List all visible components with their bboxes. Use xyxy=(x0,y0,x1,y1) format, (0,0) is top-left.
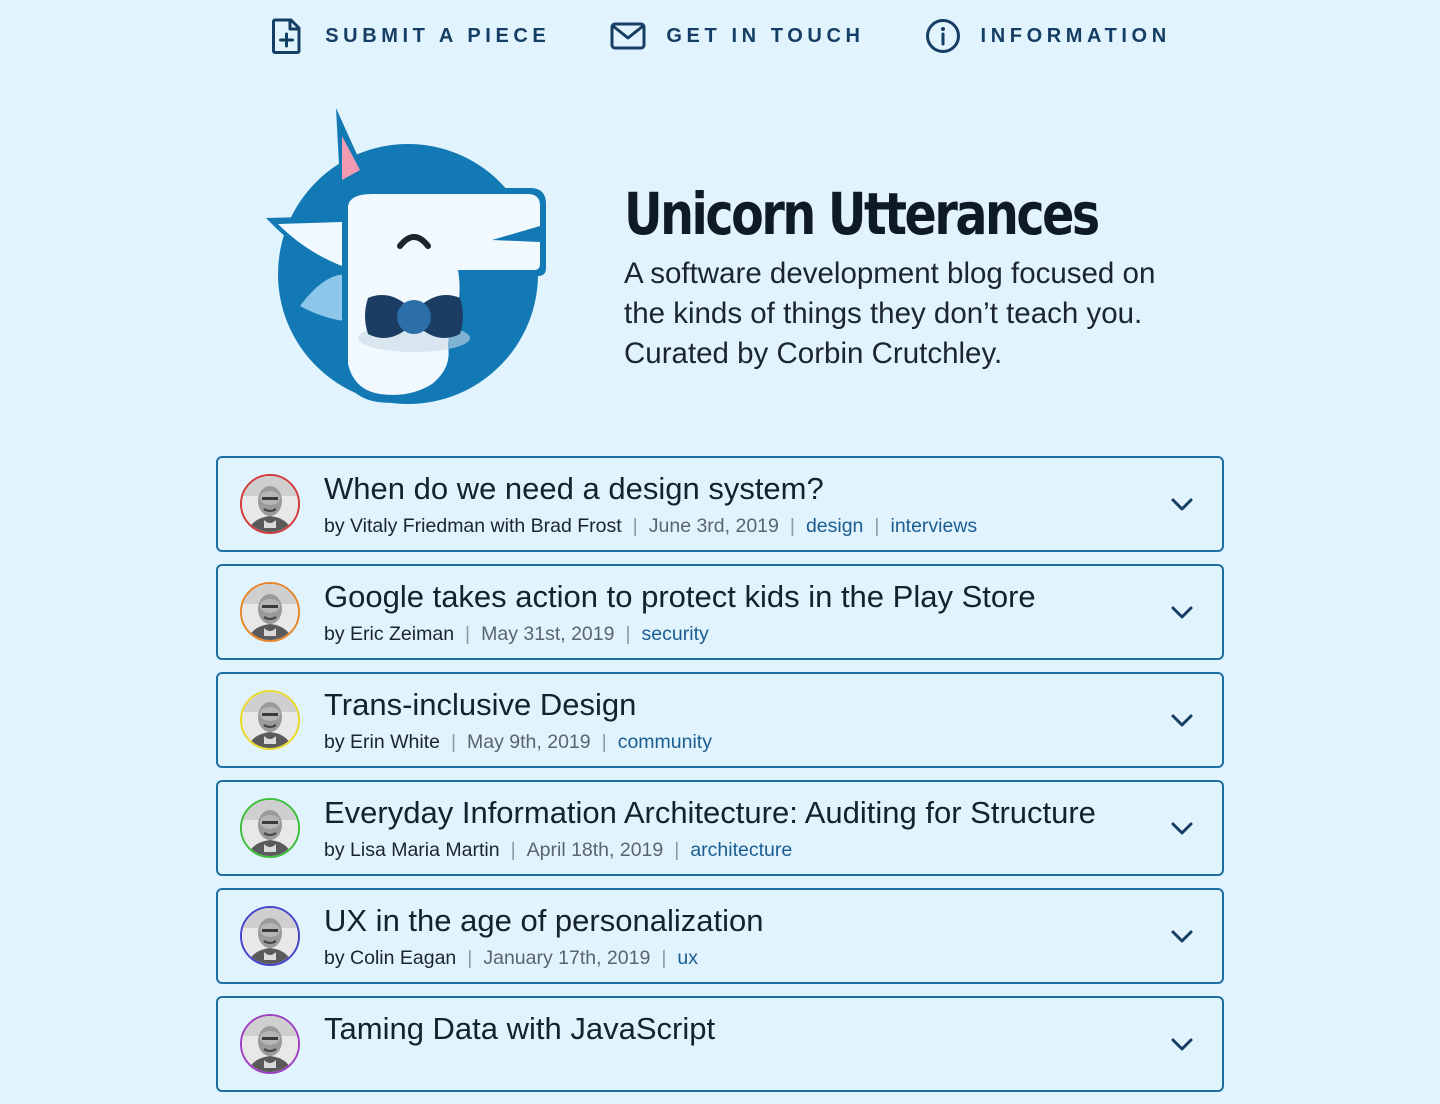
post-author: by Lisa Maria Martin xyxy=(324,839,500,861)
post-author: by Vitaly Friedman with Brad Frost xyxy=(324,515,622,537)
post-card[interactable]: Google takes action to protect kids in t… xyxy=(216,564,1224,660)
chevron-down-icon[interactable] xyxy=(1168,490,1196,518)
post-meta: by Lisa Maria Martin | April 18th, 2019 … xyxy=(324,838,792,862)
top-nav: SUBMIT A PIECE GET IN TOUCH INFORMATION xyxy=(0,0,1440,72)
post-list: When do we need a design system? by Vita… xyxy=(216,456,1224,1104)
post-meta: by Colin Eagan | January 17th, 2019 | ux xyxy=(324,946,698,970)
meta-divider: | xyxy=(450,731,457,753)
author-avatar[interactable] xyxy=(240,582,300,642)
chevron-down-icon[interactable] xyxy=(1168,1030,1196,1058)
submit-a-piece-link[interactable]: SUBMIT A PIECE xyxy=(269,18,550,54)
post-title[interactable]: Trans-inclusive Design xyxy=(324,686,636,724)
post-card[interactable]: Everyday Information Architecture: Audit… xyxy=(216,780,1224,876)
post-card[interactable]: When do we need a design system? by Vita… xyxy=(216,456,1224,552)
author-avatar[interactable] xyxy=(240,906,300,966)
meta-divider: | xyxy=(789,515,795,537)
chevron-down-icon[interactable] xyxy=(1168,598,1196,626)
chevron-down-icon[interactable] xyxy=(1168,814,1196,842)
post-title[interactable]: Google takes action to protect kids in t… xyxy=(324,578,1036,616)
post-title[interactable]: Taming Data with JavaScript xyxy=(324,1010,715,1048)
post-date: April 18th, 2019 xyxy=(526,839,664,861)
site-description: A software development blog focused on t… xyxy=(624,257,1156,370)
meta-divider: | xyxy=(874,515,880,537)
meta-divider: | xyxy=(674,839,680,861)
meta-divider: | xyxy=(632,515,638,537)
chevron-down-icon[interactable] xyxy=(1168,706,1196,734)
meta-divider: | xyxy=(465,623,471,645)
nav-label: SUBMIT A PIECE xyxy=(325,24,551,47)
post-card[interactable]: Taming Data with JavaScript xyxy=(216,996,1224,1092)
author-avatar[interactable] xyxy=(240,798,300,858)
post-tag[interactable]: security xyxy=(642,622,709,646)
post-title[interactable]: UX in the age of personalization xyxy=(324,902,763,940)
post-title[interactable]: Everyday Information Architecture: Audit… xyxy=(324,794,1096,832)
file-plus-icon xyxy=(269,18,305,54)
post-tag[interactable]: design xyxy=(806,514,863,538)
post-card[interactable]: Trans-inclusive Design by Erin White | M… xyxy=(216,672,1224,768)
information-link[interactable]: INFORMATION xyxy=(925,18,1171,54)
post-tag[interactable]: interviews xyxy=(890,514,977,538)
author-avatar[interactable] xyxy=(240,474,300,534)
post-date: May 9th, 2019 xyxy=(467,731,591,753)
post-author: by Colin Eagan xyxy=(324,947,457,969)
unicorn-logo[interactable] xyxy=(262,106,552,408)
chevron-down-icon[interactable] xyxy=(1168,922,1196,950)
post-author: by Erin White xyxy=(324,731,440,753)
post-author: by Eric Zeiman xyxy=(324,623,455,645)
author-avatar[interactable] xyxy=(240,1014,300,1074)
meta-divider: | xyxy=(510,839,516,861)
nav-label: INFORMATION xyxy=(980,24,1171,47)
meta-divider: | xyxy=(661,947,667,969)
author-avatar[interactable] xyxy=(240,690,300,750)
post-tag[interactable]: architecture xyxy=(690,838,792,862)
post-date: May 31st, 2019 xyxy=(481,623,615,645)
post-date: January 17th, 2019 xyxy=(483,947,651,969)
site-title: Unicorn Utterances xyxy=(624,180,1100,248)
post-tag[interactable]: community xyxy=(618,730,712,754)
info-icon xyxy=(925,18,961,54)
hero-text: Unicorn Utterances A software developmen… xyxy=(624,178,1184,374)
post-tag[interactable]: ux xyxy=(677,946,698,970)
meta-divider: | xyxy=(467,947,473,969)
post-meta: by Erin White | May 9th, 2019 | communit… xyxy=(324,730,712,754)
post-meta: by Vitaly Friedman with Brad Frost | Jun… xyxy=(324,514,977,538)
meta-divider: | xyxy=(601,731,607,753)
get-in-touch-link[interactable]: GET IN TOUCH xyxy=(610,18,864,54)
post-meta: by Eric Zeiman | May 31st, 2019 | securi… xyxy=(324,622,709,646)
post-date: June 3rd, 2019 xyxy=(648,515,779,537)
post-card[interactable]: UX in the age of personalization by Coli… xyxy=(216,888,1224,984)
envelope-icon xyxy=(610,18,646,54)
nav-label: GET IN TOUCH xyxy=(666,24,865,47)
meta-divider: | xyxy=(625,623,631,645)
post-title[interactable]: When do we need a design system? xyxy=(324,470,824,508)
